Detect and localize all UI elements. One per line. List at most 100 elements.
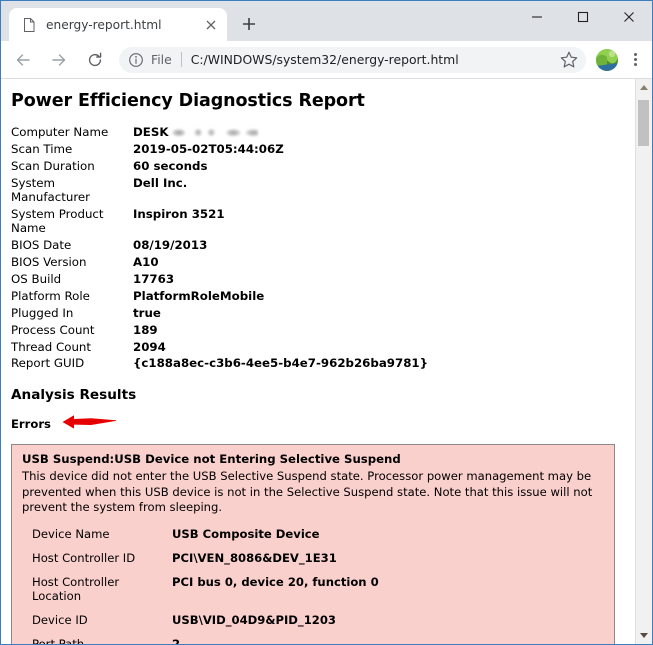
sysinfo-value: DESK [133,125,428,142]
sysinfo-value: 189 [133,322,158,337]
sysinfo-key: System Manufacturer [11,175,91,205]
table-row: System Product Name Inspiron 3521 [11,207,428,238]
table-row: Process Count 189 [11,323,428,340]
table-row: Plugged In true [11,306,428,323]
scrollbar-thumb[interactable] [638,100,649,146]
sysinfo-value: Dell Inc. [133,175,188,190]
info-circle-icon[interactable] [127,51,145,69]
sysinfo-value: {c188a8ec-c3b6-4ee5-b4e7-962b26ba9781} [133,356,429,371]
error-detail-key: Host Controller Location [32,574,120,603]
scroll-down-arrow-icon[interactable] [636,627,652,644]
back-arrow-icon[interactable] [8,45,38,75]
three-dots-menu-icon[interactable] [624,46,646,74]
close-icon[interactable] [201,15,221,35]
error-detail-key: Device Name [32,526,110,541]
page-title: Power Efficiency Diagnostics Report [11,91,365,111]
scrollbar-track[interactable] [636,96,652,627]
sysinfo-value: 60 seconds [133,158,208,173]
omnibox-divider [180,52,182,67]
table-row: Scan Time 2019-05-02T05:44:06Z [11,142,428,159]
tab-title: energy-report.html [46,17,162,32]
maximize-button[interactable] [560,1,606,33]
sysinfo-value: 08/19/2013 [133,238,208,253]
table-row: BIOS Date 08/19/2013 [11,238,428,255]
sysinfo-key: BIOS Version [11,255,87,270]
sysinfo-value: 17763 [133,272,175,287]
sysinfo-key: Process Count [11,322,95,337]
error-detail-key: Device ID [32,612,88,627]
browser-tab-energy-report[interactable]: energy-report.html [9,8,227,41]
forward-arrow-icon[interactable] [44,45,74,75]
table-row: Scan Duration 60 seconds [11,159,428,176]
reload-icon[interactable] [80,45,110,75]
sysinfo-value: PlatformRoleMobile [133,288,265,303]
close-window-button[interactable] [606,1,652,33]
sysinfo-key: OS Build [11,272,62,287]
redacted-computer-name [169,127,258,138]
sysinfo-value: 2019-05-02T05:44:06Z [133,141,284,156]
url-scheme-label: File [151,52,172,67]
menu-dot [633,58,637,61]
sysinfo-key: System Product Name [11,206,104,236]
sysinfo-value: Inspiron 3521 [133,206,225,221]
table-row: Report GUID {c188a8ec-c3b6-4ee5-b4e7-962b… [11,356,428,373]
sysinfo-key: Thread Count [11,339,92,354]
new-tab-button[interactable] [235,10,263,38]
sysinfo-key: Computer Name [11,125,109,139]
error-detail-value: PCI\VEN_8086&DEV_1E31 [172,550,337,565]
sysinfo-key: Scan Time [11,141,73,156]
error-panel: USB Suspend:USB Device not Entering Sele… [11,444,615,644]
sysinfo-key: Plugged In [11,305,74,320]
errors-label: Errors [11,417,51,432]
error-detail-key: Port Path [32,636,85,644]
star-icon[interactable] [556,47,582,73]
scroll-down-triangle [640,633,648,638]
error-detail-value: USB Composite Device [172,526,320,541]
table-row: System Manufacturer Dell Inc. [11,176,428,207]
page-scrollbar[interactable] [635,79,652,644]
system-info-table: Computer Name DESK Scan Time 2019-05-02T05:… [11,125,428,373]
minimize-button[interactable] [514,1,560,33]
table-row: Port Path 2 [32,632,379,644]
tab-strip: energy-report.html [1,1,652,41]
scroll-up-triangle [640,85,648,90]
table-row: BIOS Version A10 [11,255,428,272]
document-icon [21,17,37,33]
error-detail-value: USB\VID_04D9&PID_1203 [172,612,336,627]
system-info-body: Computer Name DESK Scan Time 2019-05-02T05:… [11,125,428,373]
table-row: Device Name USB Composite Device [32,522,379,546]
table-row: Computer Name DESK [11,125,428,142]
error-detail-value: 2 [172,636,181,644]
address-bar[interactable]: File C:/WINDOWS/system32/energy-report.h… [119,46,586,73]
sysinfo-key: Report GUID [11,356,85,371]
analysis-results-heading: Analysis Results [11,387,137,404]
sysinfo-key: BIOS Date [11,238,72,253]
table-row: OS Build 17763 [11,272,428,289]
error-detail-value: PCI bus 0, device 20, function 0 [172,574,379,589]
page-viewport: Power Efficiency Diagnostics Report Comp… [1,79,652,644]
url-input[interactable]: C:/WINDOWS/system32/energy-report.html [191,52,556,67]
error-detail-key: Host Controller ID [32,550,136,565]
sysinfo-key: Platform Role [11,288,90,303]
browser-window: energy-report.html File C:/WINDOWS/syste… [0,0,653,645]
error-title: USB Suspend:USB Device not Entering Sele… [22,452,401,467]
menu-dot [633,63,637,66]
sysinfo-value: A10 [133,255,159,270]
sysinfo-key: Scan Duration [11,158,95,173]
table-row: Thread Count 2094 [11,340,428,357]
red-left-arrow-annotation-icon [61,413,117,435]
table-row: Platform Role PlatformRoleMobile [11,289,428,306]
errors-section-header: Errors [11,413,627,435]
sysinfo-value-text: DESK [133,125,169,139]
table-row: Host Controller Location PCI bus 0, devic… [32,570,379,608]
report-document: Power Efficiency Diagnostics Report Comp… [1,79,635,644]
browser-toolbar: File C:/WINDOWS/system32/energy-report.h… [1,41,652,79]
sysinfo-value: 2094 [133,339,166,354]
window-controls [514,1,652,33]
error-detail-table: Device Name USB Composite Device Host Cont… [32,522,379,644]
scroll-up-arrow-icon[interactable] [636,79,652,96]
profile-avatar-icon[interactable] [596,48,618,71]
sysinfo-value: true [133,305,161,320]
table-row: Host Controller ID PCI\VEN_8086&DEV_1E31 [32,546,379,570]
table-row: Device ID USB\VID_04D9&PID_1203 [32,608,379,632]
